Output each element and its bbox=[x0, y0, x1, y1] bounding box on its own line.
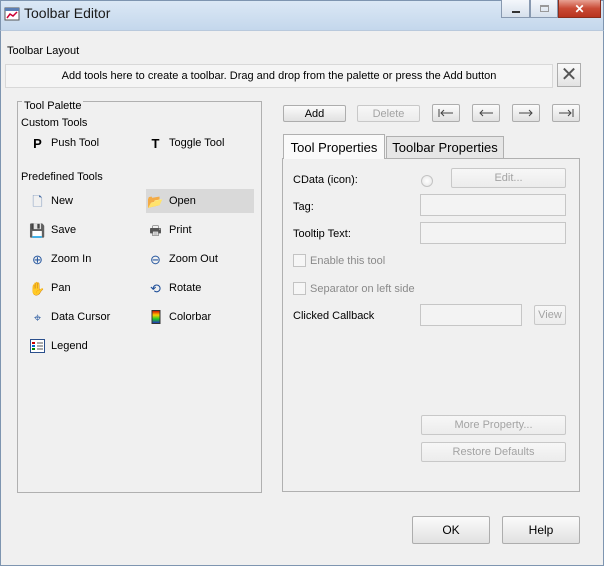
tool-label: Toggle Tool bbox=[169, 137, 225, 149]
toggle-tool-icon: T bbox=[151, 135, 160, 151]
tool-label: Rotate bbox=[169, 282, 202, 294]
window-close-button[interactable]: ✕ bbox=[558, 0, 601, 18]
tool-label: Data Cursor bbox=[51, 311, 111, 323]
tool-open[interactable]: 📂 Open bbox=[146, 189, 254, 213]
cdata-label: CData (icon): bbox=[293, 174, 358, 186]
add-button[interactable]: Add bbox=[283, 105, 346, 122]
restore-defaults-button[interactable]: Restore Defaults bbox=[421, 442, 566, 462]
clear-toolbar-button[interactable]: ✕ bbox=[557, 63, 581, 87]
move-right-icon bbox=[519, 109, 533, 117]
close-icon: ✕ bbox=[574, 1, 585, 16]
move-first-button[interactable] bbox=[432, 104, 460, 122]
toolbar-layout-dropzone[interactable]: Add tools here to create a toolbar. Drag… bbox=[5, 64, 553, 88]
zoom-out-icon: ⊖ bbox=[150, 251, 161, 267]
edit-icon-button[interactable]: Edit... bbox=[451, 168, 566, 188]
tool-save[interactable]: 💾 Save bbox=[28, 218, 138, 242]
tag-label: Tag: bbox=[293, 201, 314, 213]
printer-icon: 🖶 bbox=[149, 222, 162, 238]
tool-label: Save bbox=[51, 224, 77, 236]
colorbar-icon bbox=[148, 310, 163, 325]
move-first-icon bbox=[438, 109, 453, 117]
maximize-icon bbox=[539, 5, 549, 12]
minimize-button[interactable] bbox=[501, 0, 530, 18]
toolbar-layout-instructions: Add tools here to create a toolbar. Drag… bbox=[61, 70, 497, 82]
enable-tool-label: Enable this tool bbox=[310, 255, 386, 267]
move-left-icon bbox=[479, 109, 493, 117]
cdata-radio[interactable] bbox=[421, 175, 433, 187]
custom-tools-heading: Custom Tools bbox=[21, 117, 88, 129]
tool-label: Push Tool bbox=[51, 137, 100, 149]
tool-zoom-in[interactable]: ⊕ Zoom In bbox=[28, 247, 138, 271]
minimize-icon bbox=[511, 10, 520, 13]
zoom-in-icon: ⊕ bbox=[32, 251, 43, 267]
tool-pan[interactable]: ✋ Pan bbox=[28, 276, 138, 300]
tool-label: Colorbar bbox=[169, 311, 212, 323]
tool-label: New bbox=[51, 195, 74, 207]
help-button[interactable]: Help bbox=[502, 516, 580, 544]
more-property-button[interactable]: More Property... bbox=[421, 415, 566, 435]
clicked-callback-label: Clicked Callback bbox=[293, 310, 375, 322]
tooltip-field[interactable] bbox=[420, 222, 566, 244]
tool-data-cursor[interactable]: ⌖ Data Cursor bbox=[28, 305, 138, 329]
tool-push-tool[interactable]: P Push Tool bbox=[28, 131, 138, 155]
tool-zoom-out[interactable]: ⊖ Zoom Out bbox=[146, 247, 254, 271]
pan-hand-icon: ✋ bbox=[29, 280, 46, 296]
tool-palette-title: Tool Palette bbox=[22, 100, 84, 112]
toolbar-editor-app-icon bbox=[4, 6, 20, 22]
tool-label: Print bbox=[169, 224, 192, 236]
new-file-icon: 🗋 bbox=[32, 193, 43, 209]
tab-toolbar-properties[interactable]: Toolbar Properties bbox=[386, 136, 504, 158]
tool-label: Zoom In bbox=[51, 253, 92, 265]
tool-colorbar[interactable]: Colorbar bbox=[146, 305, 254, 329]
tool-label: Pan bbox=[51, 282, 71, 294]
move-left-button[interactable] bbox=[472, 104, 500, 122]
toolbar-layout-title: Toolbar Layout bbox=[7, 45, 80, 57]
window-title: Toolbar Editor bbox=[24, 5, 111, 21]
move-last-icon bbox=[559, 109, 574, 117]
tool-legend[interactable]: Legend bbox=[28, 334, 138, 358]
predefined-tools-heading: Predefined Tools bbox=[21, 171, 103, 183]
move-last-button[interactable] bbox=[552, 104, 580, 122]
separator-checkbox[interactable] bbox=[293, 282, 306, 295]
tool-print[interactable]: 🖶 Print bbox=[146, 218, 254, 242]
tool-label: Zoom Out bbox=[169, 253, 218, 265]
separator-label: Separator on left side bbox=[310, 283, 415, 295]
ok-button[interactable]: OK bbox=[412, 516, 490, 544]
tooltip-label: Tooltip Text: bbox=[293, 228, 351, 240]
tab-tool-properties[interactable]: Tool Properties bbox=[283, 134, 385, 159]
tool-new[interactable]: 🗋 New bbox=[28, 189, 138, 213]
maximize-button[interactable] bbox=[530, 0, 558, 18]
data-cursor-icon: ⌖ bbox=[33, 309, 42, 325]
clear-x-icon: ✕ bbox=[560, 64, 578, 86]
push-tool-icon: P bbox=[33, 135, 42, 151]
open-folder-icon: 📂 bbox=[147, 193, 164, 209]
tool-toggle-tool[interactable]: T Toggle Tool bbox=[146, 131, 254, 155]
delete-button[interactable]: Delete bbox=[357, 105, 420, 122]
tool-label: Open bbox=[169, 195, 196, 207]
tool-rotate[interactable]: ⟲ Rotate bbox=[146, 276, 254, 300]
tag-field[interactable] bbox=[420, 194, 566, 216]
view-callback-button[interactable]: View bbox=[534, 305, 566, 325]
legend-icon bbox=[30, 339, 45, 354]
tool-label: Legend bbox=[51, 340, 88, 352]
enable-tool-checkbox[interactable] bbox=[293, 254, 306, 267]
move-right-button[interactable] bbox=[512, 104, 540, 122]
clicked-callback-field[interactable] bbox=[420, 304, 522, 326]
rotate-icon: ⟲ bbox=[150, 280, 161, 296]
save-icon: 💾 bbox=[29, 222, 46, 238]
